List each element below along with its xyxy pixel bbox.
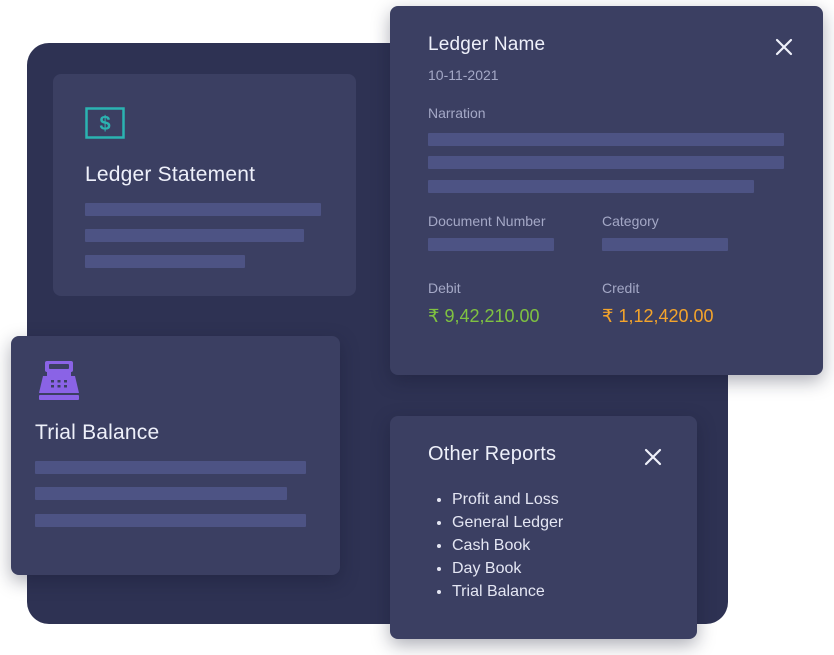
- narration-label: Narration: [428, 105, 486, 121]
- credit-label: Credit: [602, 280, 640, 296]
- placeholder-line: [35, 487, 287, 500]
- placeholder-line: [428, 156, 784, 169]
- ledger-date: 10-11-2021: [428, 67, 499, 83]
- placeholder-line: [85, 229, 304, 242]
- report-link[interactable]: Cash Book: [452, 534, 563, 557]
- report-link[interactable]: Day Book: [452, 557, 563, 580]
- credit-value: ₹ 1,12,420.00: [602, 306, 714, 326]
- trial-balance-card[interactable]: Trial Balance: [11, 336, 340, 575]
- placeholder-line: [428, 133, 784, 146]
- ledger-name-title: Ledger Name: [428, 34, 546, 55]
- ledger-detail-card: Ledger Name 10-11-2021 Narration Documen…: [390, 6, 823, 375]
- other-reports-title: Other Reports: [428, 443, 557, 465]
- document-number-label: Document Number: [428, 213, 546, 229]
- placeholder-line: [85, 203, 321, 216]
- dollar-box-icon: $: [85, 107, 125, 139]
- report-link[interactable]: General Ledger: [452, 511, 563, 534]
- placeholder-line: [35, 461, 306, 474]
- placeholder-line: [428, 180, 754, 193]
- debit-label: Debit: [428, 280, 461, 296]
- svg-text:$: $: [99, 113, 110, 135]
- ledger-statement-title: Ledger Statement: [85, 163, 256, 186]
- other-reports-list: Profit and Loss General Ledger Cash Book…: [428, 488, 563, 603]
- placeholder-line: [85, 255, 245, 268]
- placeholder-line: [35, 514, 306, 527]
- cash-register-icon: [37, 359, 81, 401]
- close-icon[interactable]: [642, 446, 664, 468]
- close-icon[interactable]: [773, 36, 795, 58]
- category-value: [602, 238, 728, 251]
- category-label: Category: [602, 213, 659, 229]
- document-number-value: [428, 238, 554, 251]
- report-link[interactable]: Profit and Loss: [452, 488, 563, 511]
- report-link[interactable]: Trial Balance: [452, 580, 563, 603]
- trial-balance-title: Trial Balance: [35, 421, 160, 444]
- debit-value: ₹ 9,42,210.00: [428, 306, 540, 326]
- ledger-statement-card[interactable]: $ Ledger Statement: [53, 74, 356, 296]
